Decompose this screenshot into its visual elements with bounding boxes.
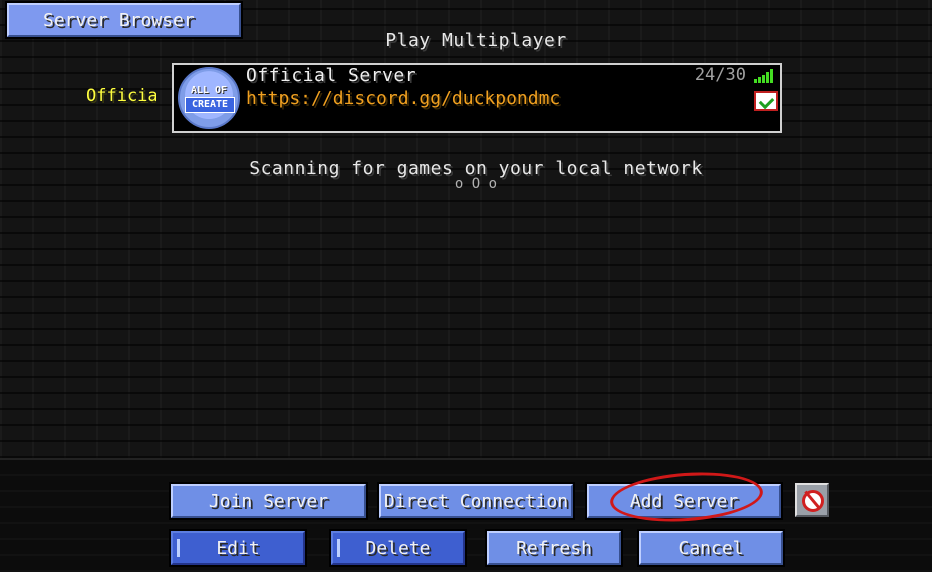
server-icon: ALL OF CREATE [178, 67, 240, 129]
refresh-button[interactable]: Refresh [485, 529, 623, 567]
join-server-button[interactable]: Join Server [169, 482, 368, 520]
player-count: 24/30 [694, 65, 746, 85]
direct-connection-button[interactable]: Direct Connection [377, 482, 575, 520]
signal-bars-icon [754, 69, 774, 83]
lan-scanning-animation: o O o [454, 176, 498, 192]
add-server-button[interactable]: Add Server [585, 482, 783, 520]
server-icon-text-top: ALL OF [190, 85, 228, 96]
server-name: Official Server [246, 65, 417, 86]
server-icon-text-main: CREATE [185, 97, 235, 113]
cancel-button[interactable]: Cancel [637, 529, 785, 567]
check-icon [754, 91, 778, 111]
page-title: Play Multiplayer [385, 30, 567, 51]
server-motd: https://discord.gg/duckpondmc [246, 88, 561, 109]
delete-button[interactable]: Delete [329, 529, 467, 567]
no-chat-reporting-icon[interactable] [795, 483, 829, 517]
server-list-item[interactable]: ALL OF CREATE Official Server https://di… [172, 63, 782, 133]
official-server-label: Official Server [86, 86, 156, 106]
edit-button[interactable]: Edit [169, 529, 307, 567]
